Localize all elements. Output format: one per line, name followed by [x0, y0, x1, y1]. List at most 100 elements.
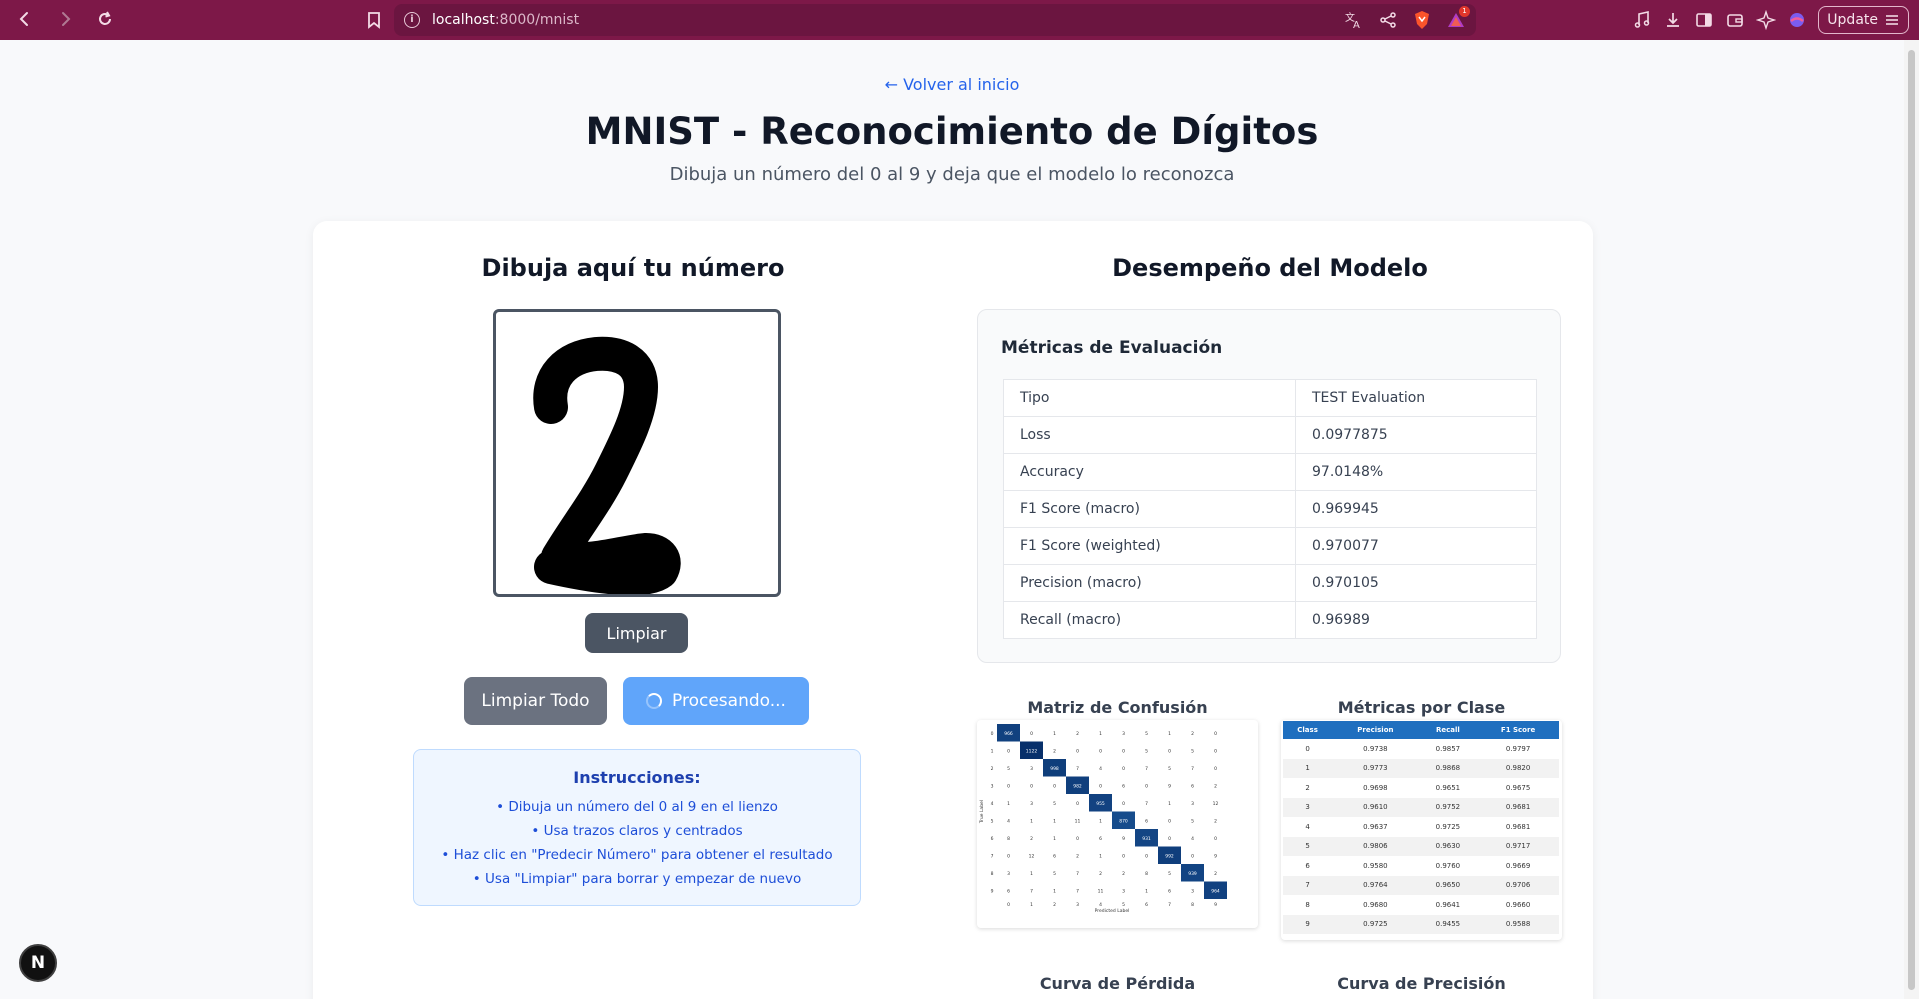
wallet-icon[interactable]: [1725, 10, 1745, 30]
class-metric-cell: 0.9669: [1505, 861, 1531, 870]
column-header: Recall: [1418, 721, 1478, 739]
table-row: F1 Score (macro) 0.969945: [1003, 490, 1537, 528]
back-icon[interactable]: [14, 9, 36, 31]
instruction-item: • Dibuja un número del 0 al 9 en el lien…: [496, 799, 778, 815]
y-tick-label: 6: [991, 836, 994, 842]
forward-icon[interactable]: [54, 9, 76, 31]
instruction-item: • Usa "Limpiar" para borrar y empezar de…: [472, 871, 802, 887]
table-header-row: Class Precision Recall F1 Score: [1283, 721, 1559, 739]
address-bar[interactable]: i localhost:8000/mnist 文A 1: [394, 4, 1476, 36]
metric-key: Recall (macro): [1003, 601, 1296, 639]
y-tick-label: 2: [991, 766, 994, 772]
sidebar-icon[interactable]: [1694, 10, 1714, 30]
clear-all-button[interactable]: Limpiar Todo: [464, 677, 607, 725]
leo-icon[interactable]: [1756, 9, 1777, 31]
info-icon[interactable]: i: [404, 12, 420, 28]
heatmap-value: 0: [1030, 783, 1033, 789]
class-metric-cell: 0.9868: [1418, 758, 1478, 778]
class-metric-cell: 7: [1283, 875, 1333, 895]
drawn-digit: [533, 336, 681, 596]
loss-curve-title: Curva de Pérdida: [1039, 974, 1196, 993]
url-text[interactable]: localhost:8000/mnist: [432, 12, 579, 28]
bookmark-icon[interactable]: [364, 10, 384, 30]
class-metric-cell: 0.9725: [1332, 914, 1419, 934]
metric-value: TEST Evaluation: [1295, 379, 1537, 417]
clear-button[interactable]: Limpiar: [585, 613, 688, 653]
heatmap-value: 9: [1168, 783, 1171, 789]
class-metrics-table: Class Precision Recall F1 Score 0 0.9738 0…: [1283, 721, 1559, 934]
reload-icon[interactable]: [94, 9, 116, 31]
class-metric-cell: 0.9651: [1435, 783, 1461, 792]
page-scrollbar[interactable]: [1904, 40, 1919, 999]
heatmap-value: 0: [1007, 853, 1010, 859]
metrics-table: Tipo TEST Evaluation Loss 0.0977875 Accura…: [1003, 379, 1537, 639]
heatmap-value: 9: [1122, 836, 1125, 842]
class-metric-cell: 0.9610: [1332, 797, 1419, 817]
heatmap-value: 0: [1214, 731, 1217, 737]
class-metric-cell: 4: [1305, 822, 1310, 831]
x-tick-label: 8: [1191, 902, 1194, 908]
class-metrics-title: Métricas por Clase: [1337, 698, 1506, 717]
translate-icon[interactable]: 文A: [1344, 10, 1364, 31]
heatmap-value: 0: [1007, 748, 1010, 754]
download-icon[interactable]: [1663, 10, 1683, 30]
drawing-canvas[interactable]: [493, 309, 781, 597]
class-metric-cell: 3: [1283, 797, 1333, 817]
x-tick-label: 4: [1099, 902, 1102, 908]
class-metric-cell: 0.9764: [1332, 875, 1419, 895]
heatmap-value: 7: [1030, 888, 1033, 894]
class-metric-cell: 0.9738: [1363, 744, 1388, 753]
heatmap-value: 11: [1075, 818, 1081, 824]
y-tick-label: 7: [991, 853, 994, 859]
x-tick-label: 6: [1145, 902, 1148, 908]
column-header: Precision: [1332, 721, 1419, 739]
back-to-home-link[interactable]: ← Volver al inicio: [0, 75, 1904, 94]
heatmap-value: 5: [1145, 731, 1148, 737]
x-tick-label: 3: [1076, 902, 1079, 908]
heatmap-value: 7: [1145, 766, 1148, 772]
heatmap-value: 0: [1122, 801, 1125, 807]
vpn-icon[interactable]: [1787, 10, 1807, 30]
class-metric-cell: 0.9725: [1435, 822, 1461, 831]
brave-shield-icon[interactable]: [1412, 10, 1432, 30]
brave-rewards-icon[interactable]: 1: [1446, 6, 1470, 30]
class-metric-cell: 0.9588: [1477, 914, 1559, 934]
metric-value: 0.970077: [1295, 527, 1537, 565]
heatmap-value: 939: [1188, 871, 1197, 877]
heatmap-value: 5: [1053, 801, 1056, 807]
processing-button[interactable]: Procesando...: [623, 677, 809, 725]
table-row: 2 0.9698 0.9651 0.9675: [1283, 778, 1559, 798]
update-button[interactable]: Update: [1818, 6, 1909, 34]
heatmap-value: 931: [1142, 836, 1151, 842]
metrics-panel: Métricas de Evaluación Tipo TEST Evaluati…: [977, 309, 1561, 663]
table-row: Recall (macro) 0.96989: [1003, 601, 1537, 639]
y-tick-label: 5: [991, 818, 994, 824]
scrollbar-thumb[interactable]: [1908, 50, 1915, 990]
class-metric-cell: 5: [1283, 836, 1333, 856]
heatmap-value: 12: [1029, 853, 1035, 859]
heatmap-value: 0: [1145, 853, 1148, 859]
url-path: :8000/mnist: [494, 12, 580, 28]
performance-title: Desempeño del Modelo: [1112, 254, 1428, 282]
heatmap-value: 8: [1007, 836, 1010, 842]
page-title: MNIST - Reconocimiento de Dígitos: [585, 110, 1319, 153]
heatmap-value: 6: [1145, 818, 1148, 824]
heatmap-value: 2: [1076, 731, 1079, 737]
class-metric-cell: 0.9760: [1435, 861, 1461, 870]
class-metric-cell: 6: [1305, 861, 1310, 870]
heatmap-value: 1122: [1026, 748, 1038, 754]
drawing-title: Dibuja aquí tu número: [481, 254, 785, 282]
class-metric-cell: 9: [1283, 914, 1333, 934]
metric-key: Loss: [1003, 416, 1296, 454]
share-icon[interactable]: [1378, 10, 1398, 30]
heatmap-value: 6: [1053, 853, 1056, 859]
class-metric-cell: 1: [1283, 758, 1333, 778]
music-icon[interactable]: [1632, 10, 1652, 30]
metric-value: 0.970105: [1295, 564, 1537, 602]
heatmap-value: 11: [1098, 888, 1104, 894]
instruction-item: • Haz clic en "Predecir Número" para obt…: [441, 847, 833, 863]
nextjs-dev-badge[interactable]: N: [19, 944, 57, 982]
y-tick-label: 8: [991, 871, 994, 877]
heatmap-value: 1: [1053, 888, 1056, 894]
class-metric-cell: 2: [1305, 783, 1310, 792]
